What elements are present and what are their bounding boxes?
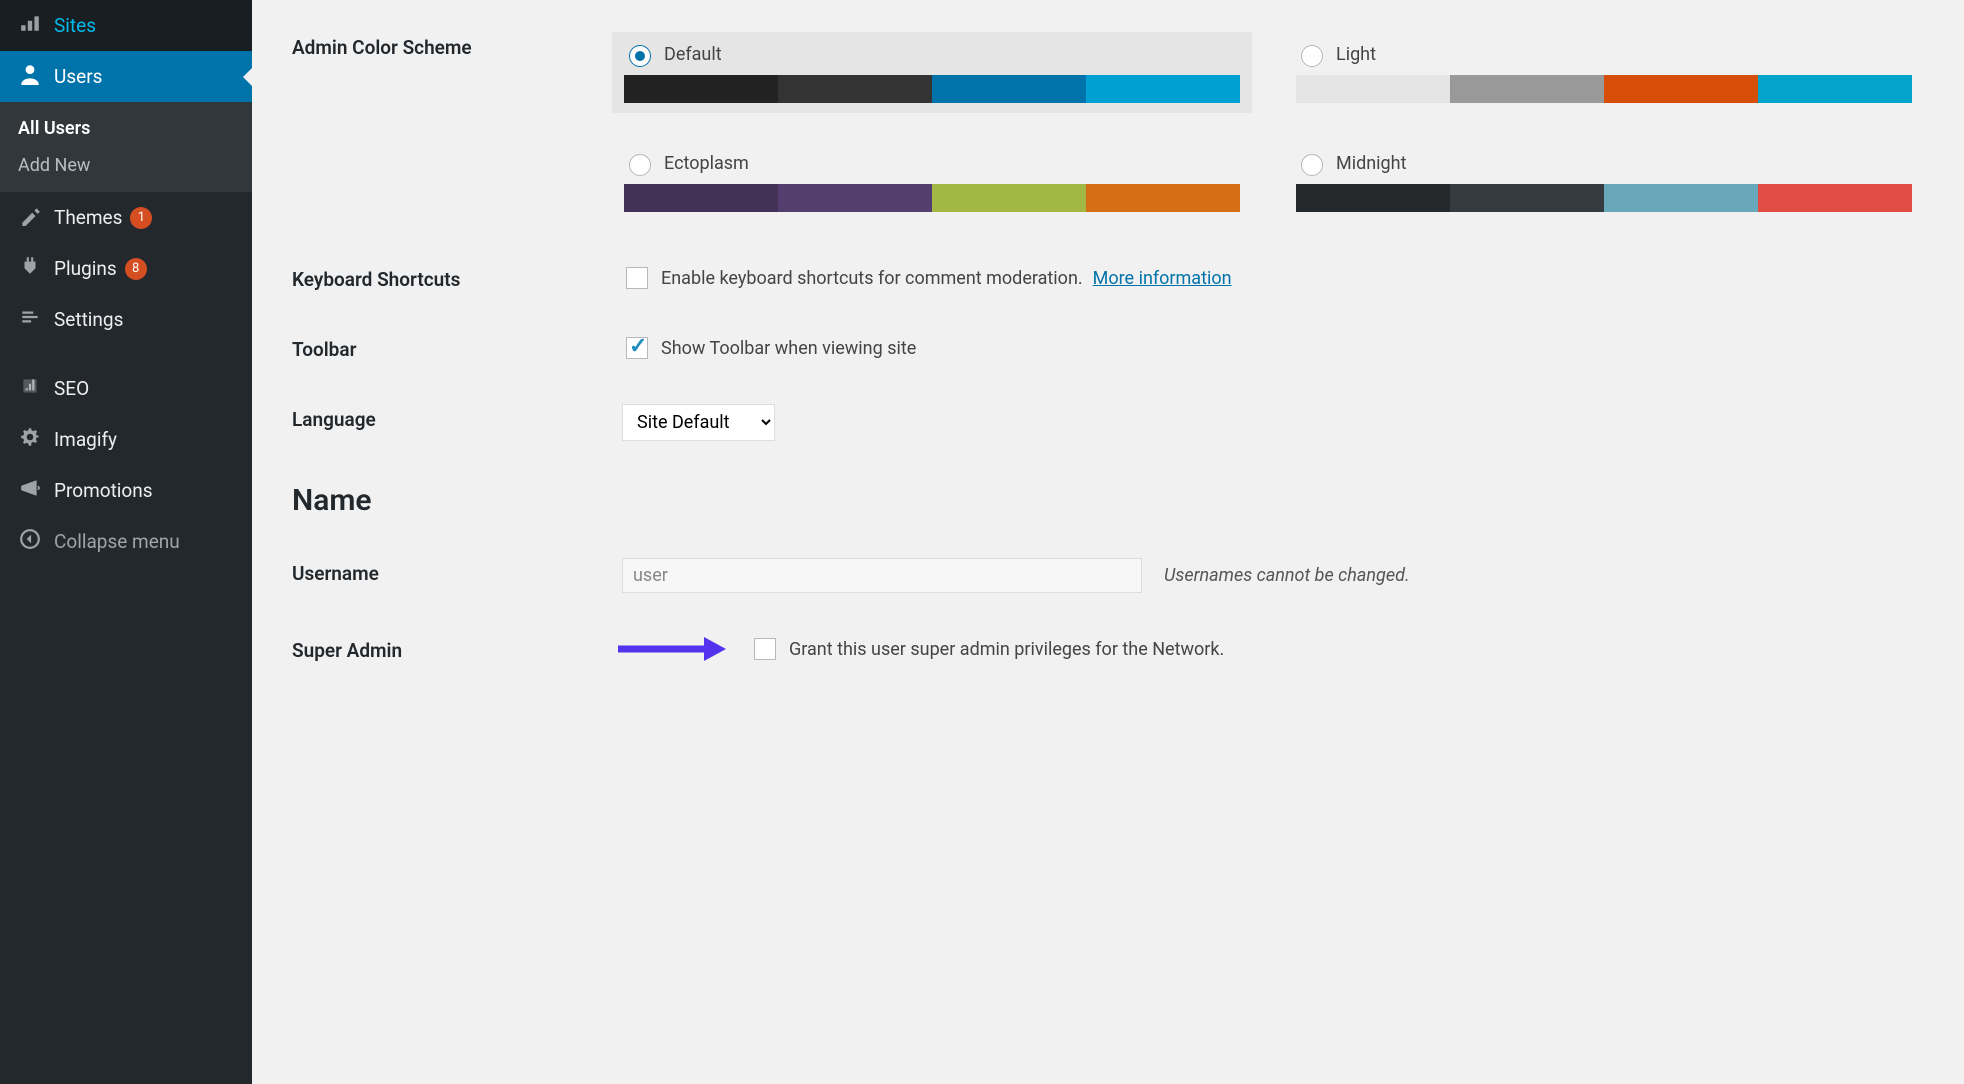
submenu-item-add-new[interactable]: Add New <box>0 147 252 184</box>
sidebar-item-sites[interactable]: Sites <box>0 0 252 51</box>
section-heading-name: Name <box>292 483 1924 518</box>
color-scheme-radio[interactable] <box>629 154 651 176</box>
sidebar-item-label: Imagify <box>54 428 117 451</box>
sidebar-item-label: Users <box>54 65 102 88</box>
color-scheme-name: Ectoplasm <box>664 153 749 174</box>
promo-icon <box>16 477 44 504</box>
sidebar-item-label: Themes <box>54 206 122 229</box>
sidebar-item-label: SEO <box>54 377 89 400</box>
update-badge: 8 <box>125 258 147 280</box>
sidebar-item-themes[interactable]: Themes 1 <box>0 192 252 243</box>
color-scheme-radio[interactable] <box>1301 45 1323 67</box>
label-super-admin: Super Admin <box>292 635 622 662</box>
sidebar-item-label: Collapse menu <box>54 530 180 553</box>
language-select[interactable]: Site Default <box>622 404 775 441</box>
plug-icon <box>16 255 44 282</box>
username-note: Usernames cannot be changed. <box>1164 565 1410 586</box>
super-admin-text: Grant this user super admin privileges f… <box>789 639 1224 660</box>
color-scheme-radio[interactable] <box>1301 154 1323 176</box>
sidebar-item-promotions[interactable]: Promotions <box>0 465 252 516</box>
sidebar-item-plugins[interactable]: Plugins 8 <box>0 243 252 294</box>
label-color-scheme: Admin Color Scheme <box>292 32 612 59</box>
color-scheme-ectoplasm[interactable]: Ectoplasm <box>612 141 1252 222</box>
brush-icon <box>16 204 44 231</box>
keyboard-shortcuts-checkbox[interactable] <box>626 267 648 289</box>
color-swatch <box>624 184 1240 212</box>
sidebar-item-settings[interactable]: Settings <box>0 294 252 345</box>
collapse-icon <box>16 528 44 555</box>
sidebar-item-label: Plugins <box>54 257 117 280</box>
sidebar-item-seo[interactable]: SEO <box>0 363 252 414</box>
row-username: Username Usernames cannot be changed. <box>292 558 1924 593</box>
label-language: Language <box>292 404 622 431</box>
row-color-scheme: Admin Color Scheme Default <box>292 32 1924 222</box>
color-scheme-name: Midnight <box>1336 153 1406 174</box>
color-scheme-light[interactable]: Light <box>1284 32 1924 113</box>
color-scheme-midnight[interactable]: Midnight <box>1284 141 1924 222</box>
toolbar-checkbox[interactable] <box>626 337 648 359</box>
submenu-item-all-users[interactable]: All Users <box>0 110 252 147</box>
row-toolbar: Toolbar Show Toolbar when viewing site <box>292 334 1924 362</box>
user-profile-form: Admin Color Scheme Default <box>252 0 1964 1084</box>
sidebar-item-label: Sites <box>54 14 96 37</box>
admin-sidebar: Sites Users All Users Add New Themes 1 P… <box>0 0 252 1084</box>
color-swatch <box>1296 184 1912 212</box>
row-keyboard-shortcuts: Keyboard Shortcuts Enable keyboard short… <box>292 264 1924 292</box>
sidebar-item-label: Settings <box>54 308 123 331</box>
super-admin-checkbox[interactable] <box>754 638 776 660</box>
seo-icon <box>16 375 44 402</box>
color-scheme-radio[interactable] <box>629 45 651 67</box>
label-username: Username <box>292 558 622 585</box>
username-input <box>622 558 1142 593</box>
label-toolbar: Toolbar <box>292 334 622 361</box>
color-swatch <box>624 75 1240 103</box>
color-scheme-default[interactable]: Default <box>612 32 1252 113</box>
sidebar-item-users[interactable]: Users <box>0 51 252 102</box>
sidebar-item-imagify[interactable]: Imagify <box>0 414 252 465</box>
color-swatch <box>1296 75 1912 103</box>
toolbar-text: Show Toolbar when viewing site <box>661 338 916 359</box>
network-icon <box>16 12 44 39</box>
keyboard-shortcuts-text: Enable keyboard shortcuts for comment mo… <box>661 268 1083 289</box>
label-keyboard-shortcuts: Keyboard Shortcuts <box>292 264 622 291</box>
annotation-arrow-icon <box>616 635 726 663</box>
row-language: Language Site Default <box>292 404 1924 441</box>
color-scheme-name: Default <box>664 44 722 65</box>
row-super-admin: Super Admin Grant this user super admin … <box>292 635 1924 663</box>
sidebar-item-label: Promotions <box>54 479 153 502</box>
user-icon <box>16 63 44 90</box>
update-badge: 1 <box>130 207 152 229</box>
sidebar-submenu-users: All Users Add New <box>0 102 252 192</box>
sidebar-collapse-menu[interactable]: Collapse menu <box>0 516 252 567</box>
gear-icon <box>16 426 44 453</box>
sliders-icon <box>16 306 44 333</box>
color-scheme-name: Light <box>1336 44 1376 65</box>
keyboard-shortcuts-more-link[interactable]: More information <box>1093 268 1232 289</box>
color-scheme-grid: Default Light <box>612 32 1924 222</box>
